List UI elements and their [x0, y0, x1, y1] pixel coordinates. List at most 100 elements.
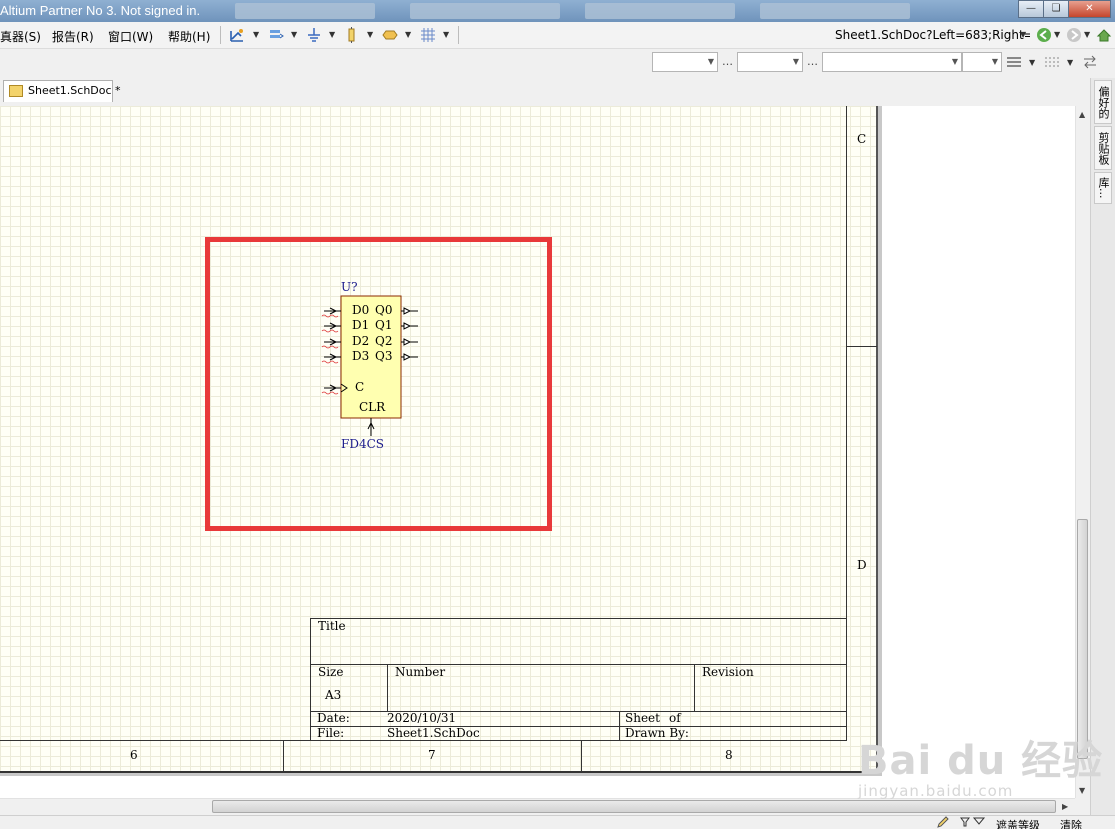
grid-icon[interactable] [420, 27, 436, 43]
zone-label-col: 8 [725, 748, 733, 762]
size-label: Size [318, 665, 344, 679]
close-button[interactable]: ✕ [1068, 0, 1111, 18]
zone-divider-row [847, 346, 877, 347]
sheet-bottom-edge [0, 771, 878, 773]
inner-border-bottom [0, 740, 847, 741]
taskbar-blur-3 [585, 3, 735, 19]
menu-item-window[interactable]: 窗口(W) [108, 28, 153, 45]
taskbar-blur-4 [760, 3, 910, 19]
tab-sheet1[interactable]: Sheet1.SchDoc * [3, 80, 121, 102]
document-tab-bar [0, 78, 1090, 106]
line-style-icon[interactable] [1044, 55, 1060, 69]
zone-divider-col-2 [581, 741, 582, 772]
combo-arrow-icon: ▼ [792, 57, 799, 66]
forward-dropdown-icon[interactable]: ▼ [1084, 30, 1090, 39]
combo-1[interactable]: ▼ [652, 52, 718, 72]
menu-item-help[interactable]: 帮助(H) [168, 28, 210, 45]
title-block-row-1 [310, 664, 847, 665]
line-style-dropdown-icon[interactable]: ▼ [1067, 58, 1073, 67]
window-title: Altium Partner No 3. Not signed in. [0, 3, 201, 18]
swap-icon[interactable] [1082, 55, 1098, 69]
zone-label-row: C [857, 132, 867, 146]
sheet-outer-border [876, 106, 878, 772]
net-label-dropdown-icon[interactable]: ▼ [405, 30, 411, 39]
zone-label-row: D [857, 558, 867, 572]
menu-item-reports[interactable]: 报告(R) [52, 28, 94, 45]
highlight-box [205, 237, 552, 531]
scroll-up-icon[interactable]: ▲ [1079, 110, 1085, 119]
title-bar: Altium Partner No 3. Not signed in. — ❏ … [0, 0, 1115, 22]
clear-button[interactable]: 清除 [1060, 817, 1082, 829]
power-port-dropdown-icon[interactable]: ▼ [329, 30, 335, 39]
file-label: File: [317, 726, 345, 740]
sheet-shadow-right [878, 106, 882, 776]
grid-dropdown-icon[interactable]: ▼ [443, 30, 449, 39]
home-icon[interactable] [1096, 27, 1112, 43]
zone-label-col: 7 [428, 748, 436, 762]
line-width-icon[interactable] [1006, 55, 1022, 69]
address-field[interactable]: Sheet1.SchDoc?Left=683;Right= [832, 25, 1030, 45]
vertical-scroll-thumb[interactable] [1077, 519, 1088, 759]
dots-icon: … [722, 55, 733, 68]
date-label: Date: [317, 711, 350, 725]
horizontal-scroll-thumb[interactable] [212, 800, 1056, 813]
power-port-icon[interactable] [306, 27, 322, 43]
panel-tab-favorites[interactable]: 偏好的 [1094, 80, 1112, 124]
combo-arrow-icon: ▼ [991, 57, 998, 66]
combo-4[interactable]: ▼ [962, 52, 1002, 72]
window-controls: — ❏ ✕ [1018, 0, 1111, 19]
inner-border-right [846, 106, 847, 740]
dots-icon: … [807, 55, 818, 68]
taskbar-blur-1 [235, 3, 375, 19]
zone-divider-col-1 [283, 741, 284, 772]
filter-icon[interactable] [960, 816, 986, 828]
title-block-col-size [387, 664, 388, 711]
number-label: Number [395, 665, 446, 679]
maximize-button[interactable]: ❏ [1043, 0, 1069, 18]
pencil-icon[interactable] [936, 816, 950, 828]
forward-icon[interactable] [1066, 27, 1082, 43]
wire-tool-dropdown-icon[interactable]: ▼ [253, 30, 259, 39]
title-block-col-sheet [619, 711, 620, 740]
app-window: Altium Partner No 3. Not signed in. — ❏ … [0, 0, 1115, 829]
title-block-top [310, 618, 847, 619]
taskbar-blur-2 [410, 3, 560, 19]
size-value: A3 [325, 688, 342, 702]
combo-2[interactable]: ▼ [737, 52, 803, 72]
sheet-label: Sheet [625, 711, 660, 725]
bus-tool-dropdown-icon[interactable]: ▼ [291, 30, 297, 39]
title-block-col-rev [694, 664, 695, 711]
zone-label-col: 6 [130, 748, 138, 762]
mask-level-button[interactable]: 遮盖等级 [996, 817, 1040, 829]
tab-label: Sheet1.SchDoc * [28, 84, 121, 97]
bus-tool-icon[interactable] [268, 27, 284, 43]
title-label: Title [318, 619, 346, 633]
address-dropdown-icon[interactable]: ▼ [1020, 30, 1026, 39]
combo-3[interactable]: ▼ [822, 52, 962, 72]
net-label-icon[interactable] [382, 27, 398, 43]
minimize-button[interactable]: — [1018, 0, 1044, 18]
menu-item-simulator[interactable]: 真器(S) [0, 28, 41, 45]
file-value: Sheet1.SchDoc [387, 726, 480, 740]
title-block-left [310, 618, 311, 740]
combo-arrow-icon: ▼ [707, 57, 714, 66]
baidu-watermark: Bai du 经验 jingyan.baidu.com [858, 728, 1103, 800]
panel-tab-libraries[interactable]: 库... [1094, 172, 1112, 204]
component-icon[interactable] [344, 27, 360, 43]
date-value: 2020/10/31 [387, 711, 457, 725]
watermark-main: Bai du 经验 [858, 738, 1104, 784]
wire-tool-icon[interactable] [229, 27, 245, 43]
drawn-by-label: Drawn By: [625, 726, 689, 740]
revision-label: Revision [702, 665, 754, 679]
of-label: of [669, 711, 681, 725]
toolbar-separator-2 [458, 26, 459, 44]
scroll-right-icon[interactable]: ▶ [1062, 802, 1068, 811]
combo-arrow-icon: ▼ [951, 57, 958, 66]
line-width-dropdown-icon[interactable]: ▼ [1029, 58, 1035, 67]
back-dropdown-icon[interactable]: ▼ [1054, 30, 1060, 39]
schematic-doc-icon [9, 85, 23, 97]
component-dropdown-icon[interactable]: ▼ [367, 30, 373, 39]
panel-tab-clipboard[interactable]: 剪贴板 [1094, 126, 1112, 170]
toolbar-separator [220, 26, 221, 44]
back-icon[interactable] [1036, 27, 1052, 43]
